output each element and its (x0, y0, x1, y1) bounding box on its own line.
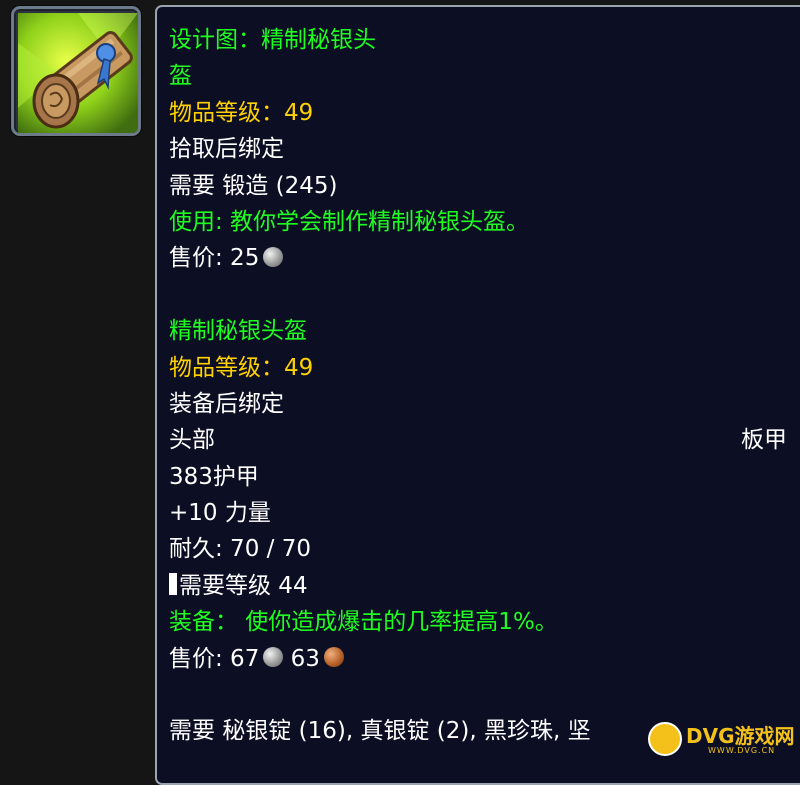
recipe-sell-price: 售价: 25 (169, 240, 791, 276)
watermark-text: DVG游戏网 (686, 724, 795, 748)
item-icon[interactable] (11, 6, 141, 136)
crafted-armor: 383护甲 (169, 463, 259, 490)
gamepad-logo-icon (648, 722, 682, 756)
silver-coin-icon (263, 647, 284, 668)
site-watermark: DVG游戏网 WWW.DVG.CN (648, 722, 798, 758)
recipe-title-line2: 盔 (169, 63, 192, 90)
crafted-durability: 耐久: 70 / 70 (169, 536, 311, 563)
recipe-use-effect: 使用: 教你学会制作精制秘银头盔。 (169, 208, 530, 235)
watermark-url: WWW.DVG.CN (708, 746, 776, 755)
crafted-armor-type: 板甲 (741, 427, 787, 454)
crafted-slot-row: 头部 板甲 (169, 422, 791, 458)
tooltip-content: 设计图：精制秘银头 盔 物品等级：49 拾取后绑定 需要 锻造 (245) 使用… (169, 22, 791, 750)
recipe-item-level: 物品等级：49 (169, 99, 314, 126)
blueprint-scroll-icon (18, 13, 138, 133)
crafted-sell-price: 售价: 67 63 (169, 641, 791, 677)
crafted-required-level-row: 需要等级 44 (169, 568, 791, 604)
crafted-sell-label: 售价: 67 (169, 645, 260, 672)
silver-coin-icon (263, 246, 284, 267)
crafted-binding: 装备后绑定 (169, 390, 284, 417)
recipe-sell-label: 售价: 25 (169, 245, 260, 272)
crafted-item-level: 物品等级：49 (169, 354, 314, 381)
bullet-icon (169, 573, 177, 596)
recipe-requirement: 需要 锻造 (245) (169, 172, 338, 199)
crafted-required-level: 需要等级 44 (179, 572, 308, 599)
crafted-item-name: 精制秘银头盔 (169, 318, 307, 345)
copper-coin-icon (323, 647, 344, 668)
recipe-binding: 拾取后绑定 (169, 136, 284, 163)
crafted-stat: +10 力量 (169, 500, 271, 527)
recipe-title-line1: 设计图：精制秘银头 (169, 27, 376, 53)
crafted-equip-effect: 装备： 使你造成爆击的几率提高1%。 (169, 609, 558, 636)
crafted-slot: 头部 (169, 427, 215, 454)
crafted-sell-copper: 63 (290, 645, 320, 672)
